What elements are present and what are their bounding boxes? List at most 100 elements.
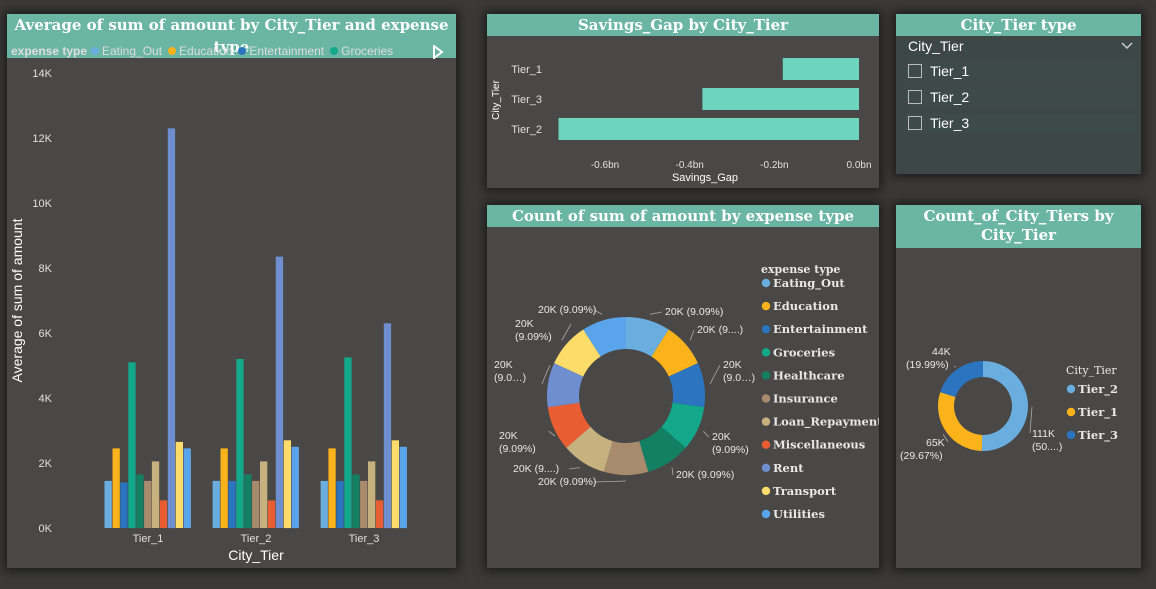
donut-legend-title: expense type (761, 263, 840, 276)
bar-tier-1-entertainment[interactable] (120, 482, 128, 529)
tier-legend-title: City_Tier (1066, 364, 1117, 377)
slicer-header[interactable]: City_Tier (908, 38, 1133, 58)
bar-tier-2-groceries[interactable] (236, 359, 244, 528)
bar-tier-1-groceries[interactable] (128, 362, 136, 529)
savings-x-tick-label: -0.6bn (591, 160, 619, 171)
bar-tier-1-transport[interactable] (175, 441, 183, 528)
legend-dot-icon (761, 348, 771, 357)
donut-legend-item-insurance[interactable]: Insurance (773, 392, 838, 406)
bar-tier-1-insurance[interactable] (144, 480, 152, 528)
bar-tier-3-loan-repayment[interactable] (368, 461, 376, 528)
checkbox-icon[interactable] (908, 90, 922, 104)
bar-tier-1-utilities[interactable] (183, 448, 191, 528)
donut-leader-line (689, 329, 695, 341)
slicer-item-tier-3[interactable]: Tier_3 (906, 113, 1136, 133)
bar-tier-2-education[interactable] (220, 448, 228, 528)
legend-dot-icon (761, 440, 771, 449)
bar-tier-1-healthcare[interactable] (136, 474, 144, 528)
legend-dot-icon (761, 463, 771, 472)
savings-y-axis-title: City_Tier (491, 80, 502, 120)
bar-tier-2-utilities[interactable] (291, 446, 299, 529)
savings-bar-tier-1[interactable] (782, 58, 859, 80)
donut-leader-line (593, 480, 627, 483)
legend-dot-icon (761, 301, 771, 311)
bar-tier-1-education[interactable] (112, 448, 120, 528)
bar-tier-3-insurance[interactable] (360, 480, 368, 528)
legend-dot-icon (761, 509, 771, 519)
bar-tier-1-rent[interactable] (167, 128, 176, 529)
donut-data-label: 20K (9.09%) (712, 431, 749, 456)
slicer-item-label: Tier_3 (930, 115, 970, 131)
legend-dot-icon (1066, 430, 1076, 440)
bar-tier-3-healthcare[interactable] (352, 474, 360, 528)
slicer-header-label: City_Tier (908, 38, 964, 54)
donut-legend-item-rent[interactable]: Rent (773, 461, 804, 475)
donut-legend-item-miscellaneous[interactable]: Miscellaneous (773, 438, 865, 452)
slicer-item-tier-1[interactable]: Tier_1 (906, 61, 1136, 81)
legend-dot-icon (761, 278, 771, 288)
donut-data-label: 20K (9.09%) (665, 306, 723, 318)
donut-data-label: 20K (9.09%) (676, 469, 734, 481)
bar-tier-1-eating-out[interactable] (104, 480, 112, 528)
savings-x-axis-title: Savings_Gap (672, 172, 738, 184)
savings-bar-tier-3[interactable] (702, 88, 859, 110)
donut-leader-line (703, 431, 710, 438)
donut-legend-item-utilities[interactable]: Utilities (773, 507, 825, 521)
tier-legend-item-tier-2[interactable]: Tier_2 (1078, 382, 1118, 397)
bar-tier-3-utilities[interactable] (399, 446, 407, 529)
legend-dot-icon (761, 417, 771, 426)
tier-legend-item-tier-3[interactable]: Tier_3 (1078, 428, 1118, 443)
bar-tier-1-loan-repayment[interactable] (151, 461, 160, 528)
bar-tier-2-rent[interactable] (275, 256, 284, 528)
city-tier-slicer-panel: City_Tier type City_Tier Tier_1 Tier_2 T… (896, 14, 1141, 174)
x-axis-title: City_Tier (228, 547, 284, 563)
donut-legend-item-groceries[interactable]: Groceries (773, 345, 835, 359)
y-tick-label: 0K (39, 523, 53, 535)
tier-count-donut-chart: 111K (50....) 65K (29.67%) 44K (19.99%) City_T… (900, 346, 1118, 462)
avg-amount-chart-panel: Average of sum of amount by City_Tier an… (7, 14, 456, 568)
bar-tier-2-eating-out[interactable] (212, 480, 220, 528)
bar-tier-3-transport[interactable] (391, 440, 399, 529)
donut-legend-item-eating-out[interactable]: Eating_Out (773, 276, 845, 291)
donut-leader-line (649, 311, 663, 315)
bar-tier-1-miscellaneous[interactable] (159, 500, 168, 528)
donut-legend-item-education[interactable]: Education (773, 299, 839, 313)
y-tick-label: 14K (32, 68, 52, 80)
expense-donut-chart: 20K (9.09%)20K (9....)20K (9.0…)20K (9.09%… (494, 263, 879, 521)
donut-legend-item-entertainment[interactable]: Entertainment (773, 322, 868, 336)
savings-bar-tier-2[interactable] (558, 118, 860, 140)
donut-legend-item-transport[interactable]: Transport (773, 484, 837, 498)
bar-tier-3-education[interactable] (328, 448, 336, 528)
expense-donut-panel: Count of sum of amount by expense type 2… (487, 205, 879, 568)
legend-dot-icon (1066, 384, 1076, 394)
chevron-down-icon[interactable] (1121, 42, 1133, 50)
tier-legend-item-tier-1[interactable]: Tier_1 (1078, 405, 1118, 420)
x-tick-label: Tier_1 (133, 533, 164, 545)
bar-tier-2-entertainment[interactable] (228, 480, 236, 528)
donut-data-label: 20K (9.09%) (515, 318, 552, 343)
donut-legend-item-healthcare[interactable]: Healthcare (773, 368, 845, 382)
savings-x-tick-label: -0.2bn (760, 160, 788, 171)
bar-tier-2-insurance[interactable] (252, 480, 260, 528)
y-axis-title: Average of sum of amount (9, 218, 25, 382)
bar-tier-2-healthcare[interactable] (244, 474, 252, 528)
bar-tier-2-transport[interactable] (283, 440, 291, 529)
donut-legend-item-loan-repayment[interactable]: Loan_Repayment (773, 415, 879, 430)
checkbox-icon[interactable] (908, 116, 922, 130)
bar-tier-2-loan-repayment[interactable] (260, 461, 268, 528)
checkbox-icon[interactable] (908, 64, 922, 78)
savings-y-tick-label: Tier_1 (511, 64, 542, 76)
slicer-item-tier-2[interactable]: Tier_2 (906, 87, 1136, 107)
bar-tier-2-miscellaneous[interactable] (267, 500, 276, 528)
tier-donut-leader-line (954, 366, 957, 368)
savings-y-tick-label: Tier_2 (511, 124, 542, 136)
bar-tier-3-eating-out[interactable] (320, 480, 328, 528)
donut-data-label: 20K (9.0…) (723, 359, 755, 384)
bar-tier-3-miscellaneous[interactable] (375, 500, 384, 528)
y-tick-label: 6K (39, 328, 53, 340)
tier-donut-slice-tier-2[interactable] (981, 361, 1028, 451)
bar-tier-3-rent[interactable] (383, 323, 392, 529)
donut-leader-line (561, 323, 572, 341)
bar-tier-3-entertainment[interactable] (336, 480, 344, 528)
bar-tier-3-groceries[interactable] (344, 357, 352, 528)
